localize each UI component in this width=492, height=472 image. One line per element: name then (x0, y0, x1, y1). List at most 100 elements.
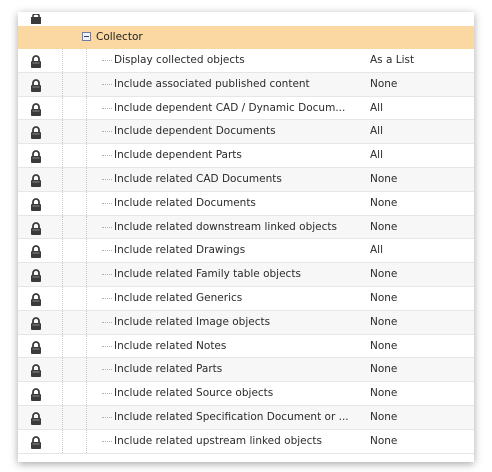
property-label: Include dependent CAD / Dynamic Docum... (114, 101, 346, 114)
tree-guide-line (86, 263, 87, 286)
lock-icon (30, 14, 42, 24)
tree-guide-line (62, 96, 63, 120)
property-row[interactable]: Include related Parts None (18, 358, 474, 383)
property-row[interactable]: Include dependent Documents All (18, 120, 474, 145)
property-label: Include related Generics (114, 291, 243, 304)
property-value[interactable]: All (370, 125, 383, 137)
tree-guide-line (62, 310, 63, 334)
tree-connector (102, 440, 112, 442)
collapse-minus-icon[interactable] (82, 32, 91, 41)
property-label: Include related Parts (114, 363, 223, 376)
tree-guide-line (86, 334, 87, 358)
tree-guide-line (62, 239, 63, 263)
tree-connector (102, 107, 112, 109)
lock-icon (30, 174, 42, 187)
tree-guide-line (62, 263, 63, 286)
tree-connector (102, 369, 112, 371)
property-label: Include related downstream linked object… (114, 220, 337, 233)
lock-icon (30, 364, 42, 378)
property-label: Display collected objects (114, 54, 245, 66)
property-value[interactable]: None (370, 435, 397, 447)
property-value[interactable]: All (370, 102, 383, 114)
lock-icon (30, 197, 42, 211)
tree-guide-line (86, 167, 87, 191)
property-row[interactable]: Include related Notes None (18, 334, 474, 359)
tree-guide-line (62, 405, 63, 429)
lock-icon (30, 412, 42, 425)
property-value[interactable]: None (370, 292, 397, 304)
tree-guide-line (62, 286, 63, 310)
property-label: Include related Drawings (114, 244, 246, 257)
tree-guide-line (62, 191, 63, 215)
property-row[interactable]: Include related CAD Documents None (18, 167, 474, 192)
tree-connector (102, 416, 112, 418)
property-row[interactable]: Include related Specification Document o… (18, 405, 474, 430)
tree-guide-line (86, 72, 87, 96)
property-value[interactable]: All (370, 244, 383, 256)
property-row[interactable]: Include related Image objects None (18, 310, 474, 335)
tree-guide-line (62, 72, 63, 96)
tree-guide-line (62, 215, 63, 239)
tree-guide-line (86, 215, 87, 239)
property-row[interactable]: Include related downstream linked object… (18, 215, 474, 240)
tree-connector (102, 83, 112, 85)
property-label: Include related Source objects (114, 387, 274, 400)
lock-icon (30, 245, 42, 259)
tree-guide-line (86, 358, 87, 382)
property-label: Include related CAD Documents (114, 172, 282, 185)
property-value[interactable]: None (370, 340, 397, 352)
property-label: Include related Notes (114, 339, 227, 352)
tree-connector (102, 202, 112, 204)
property-label: Include related upstream linked objects (114, 434, 322, 447)
property-value[interactable]: None (370, 221, 397, 233)
property-label: Include dependent Parts (114, 149, 242, 162)
property-value[interactable]: All (370, 149, 383, 161)
property-row[interactable]: Include related Generics None (18, 286, 474, 311)
property-list: Display collected objects As a List Includ… (18, 49, 474, 454)
property-row[interactable]: Include related Drawings All (18, 239, 474, 264)
group-header-collector[interactable]: Collector (18, 26, 474, 49)
lock-icon (30, 55, 42, 68)
property-label: Include related Image objects (114, 315, 271, 328)
tree-connector (102, 321, 112, 323)
property-row[interactable]: Include dependent Parts All (18, 144, 474, 168)
property-value[interactable]: None (370, 268, 397, 280)
lock-icon (30, 78, 42, 92)
tree-guide-line (62, 144, 63, 167)
property-value[interactable]: None (370, 363, 397, 375)
property-row[interactable]: Include dependent CAD / Dynamic Docum...… (18, 96, 474, 121)
lock-icon (30, 316, 42, 330)
property-label: Include dependent Documents (114, 125, 276, 138)
lock-icon (30, 435, 42, 449)
tree-connector (102, 393, 112, 395)
lock-icon (30, 102, 42, 116)
group-title: Collector (96, 31, 143, 43)
tree-guide-line (86, 405, 87, 429)
property-row[interactable]: Include related Source objects None (18, 382, 474, 406)
collector-properties-panel: Collector Display collected objects As a … (18, 12, 474, 462)
property-value[interactable]: None (370, 78, 397, 90)
tree-guide-line (86, 49, 87, 72)
tree-guide-line (62, 120, 63, 144)
property-row[interactable]: Include related Documents None (18, 191, 474, 216)
property-value[interactable]: As a List (370, 54, 414, 66)
property-row[interactable]: Include related Family table objects None (18, 263, 474, 287)
tree-guide-line (86, 429, 87, 453)
property-value[interactable]: None (370, 411, 397, 423)
tree-connector (102, 297, 112, 299)
lock-icon (30, 340, 42, 354)
tree-guide-line (62, 358, 63, 382)
tree-connector (102, 226, 112, 228)
property-value[interactable]: None (370, 173, 397, 185)
property-row[interactable]: Include associated published content None (18, 72, 474, 97)
property-row[interactable]: Display collected objects As a List (18, 49, 474, 73)
tree-guide-line (86, 144, 87, 167)
property-value[interactable]: None (370, 316, 397, 328)
property-value[interactable]: None (370, 197, 397, 209)
property-value[interactable]: None (370, 387, 397, 399)
tree-guide-line (86, 382, 87, 405)
tree-connector (102, 274, 112, 276)
tree-connector (102, 345, 112, 347)
property-row[interactable]: Include related upstream linked objects N… (18, 429, 474, 454)
tree-connector (102, 178, 112, 180)
